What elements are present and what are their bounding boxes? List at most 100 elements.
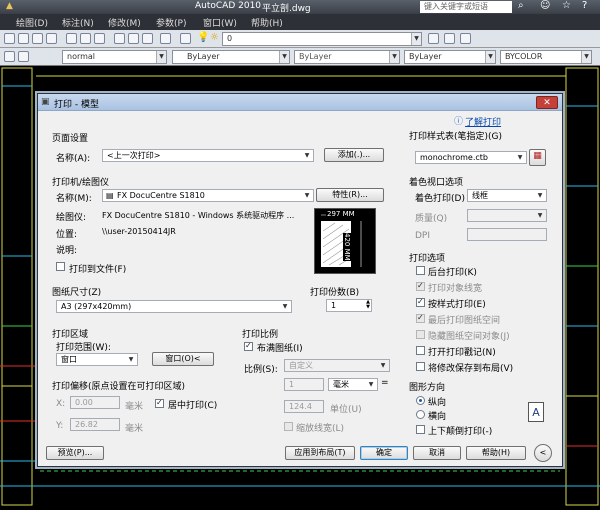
linetype-dropdown[interactable]: ByLayer ▼ (294, 50, 400, 64)
lineweight-dropdown[interactable]: ByLayer ▼ (404, 50, 496, 64)
page-setup-heading: 页面设置 (52, 134, 89, 144)
help-button[interactable]: 帮助(H) (466, 446, 526, 460)
help-tool-icon[interactable] (160, 33, 171, 44)
zoom-icon[interactable] (32, 33, 43, 44)
plot-option-checkbox[interactable] (416, 362, 425, 371)
collapse-button[interactable]: < (534, 444, 552, 462)
page-setup-name-select[interactable]: <上一次打印> ▼ (102, 149, 314, 162)
landscape-radio[interactable] (416, 410, 425, 419)
edit-table-icon: ▦ (533, 151, 542, 161)
plot-range-select[interactable]: 窗口 ▼ (56, 353, 138, 366)
menu-help[interactable]: 帮助(H) (251, 16, 283, 29)
upside-down-checkbox[interactable] (416, 425, 425, 434)
layer-value: 0 (227, 34, 233, 43)
scale-drawing-units-input[interactable]: 124.4 (284, 400, 324, 413)
help-icon[interactable]: ? (582, 0, 587, 11)
chevron-down-icon: ▼ (279, 51, 289, 63)
markup-icon[interactable] (128, 33, 139, 44)
shade-plot-select[interactable]: 线框 ▼ (467, 189, 547, 202)
printer-name-select[interactable]: ▤ FX DocuCentre S1810 ▼ (102, 189, 314, 202)
edit-plot-style-button[interactable]: ▦ (529, 149, 546, 166)
plot-option-checkbox[interactable] (416, 330, 425, 339)
copies-input[interactable]: 1 ▲ ▼ (326, 299, 372, 312)
layer-iso-icon[interactable] (460, 33, 471, 44)
star-icon[interactable]: ☆ (562, 0, 571, 11)
window-pick-button[interactable]: 窗口(O)< (152, 352, 214, 366)
calculator-icon[interactable] (142, 33, 153, 44)
app-logo-icon[interactable]: ▲ (6, 1, 13, 11)
spinner-icon[interactable]: ▲ ▼ (366, 300, 370, 310)
layer-state-icon[interactable] (444, 33, 455, 44)
shade-plot-label: 着色打印(D) (415, 194, 465, 204)
plot-option-label: 打印对象线宽 (428, 284, 483, 294)
app-title: AutoCAD 2010 (195, 1, 262, 11)
dialog-title-bar[interactable]: ▣ 打印 - 模型 ✕ (38, 94, 562, 111)
properties-icon[interactable] (66, 33, 77, 44)
plot-option-checkbox[interactable] (416, 313, 425, 323)
open-icon[interactable] (18, 33, 29, 44)
paper-size-heading: 图纸尺寸(Z) (52, 288, 102, 298)
sun-icon[interactable]: ☼ (210, 32, 219, 43)
help-search-input[interactable]: 键入关键字或短语 (420, 1, 512, 13)
plot-offset-heading: 打印偏移(原点设置在可打印区域) (52, 382, 186, 392)
add-page-setup-button[interactable]: 添加(.)... (324, 148, 384, 162)
layer-dropdown[interactable]: 0 ▼ (222, 32, 422, 46)
plot-option-label: 隐藏图纸空间对象(J) (428, 332, 510, 342)
scale-lineweights-checkbox[interactable] (284, 422, 293, 431)
portrait-radio[interactable] (416, 396, 425, 405)
dim-style-dropdown[interactable]: normal ▼ (62, 50, 167, 64)
print-to-file-checkbox[interactable] (56, 262, 65, 271)
paper-size-value: A3 (297x420mm) (61, 302, 132, 311)
new-icon[interactable] (4, 33, 15, 44)
ok-button[interactable]: 确定 (360, 446, 408, 460)
scale-unit-select[interactable]: 毫米 ▼ (328, 378, 378, 391)
printer-properties-button[interactable]: 特性(R)... (316, 188, 384, 202)
design-center-icon[interactable] (80, 33, 91, 44)
scale-value: 自定义 (289, 361, 313, 370)
menu-draw[interactable]: 绘图(D) (16, 16, 48, 29)
offset-x-label: X: (56, 399, 66, 409)
dpi-input[interactable] (467, 228, 547, 241)
close-button[interactable]: ✕ (536, 96, 558, 109)
tool-palette-icon[interactable] (94, 33, 105, 44)
scale-paper-units-input[interactable]: 1 (284, 378, 324, 391)
zoom-window-icon[interactable] (46, 33, 57, 44)
center-plot-checkbox[interactable] (155, 398, 164, 408)
layer-previous-icon[interactable] (428, 33, 439, 44)
menu-modify[interactable]: 修改(M) (108, 16, 141, 29)
sheet-set-icon[interactable] (114, 33, 125, 44)
plotter-label: 绘图仪: (56, 213, 87, 223)
upside-down-label: 上下颠倒打印(-) (428, 427, 493, 437)
scale-select[interactable]: 自定义 ▼ (284, 359, 390, 372)
menu-window[interactable]: 窗口(W) (203, 16, 237, 29)
paper-size-select[interactable]: A3 (297x420mm) ▼ (56, 300, 292, 313)
plotstyle-dropdown[interactable]: BYCOLOR ▼ (500, 50, 592, 64)
plot-option-checkbox[interactable] (416, 266, 425, 275)
dim-style-icon[interactable] (18, 51, 29, 62)
layer-manager-icon[interactable] (180, 33, 191, 44)
bulb-icon[interactable]: 💡 (197, 32, 209, 43)
plot-option-label: 按样式打印(E) (428, 300, 486, 310)
chevron-down-icon: ▼ (537, 212, 543, 219)
plot-style-table-select[interactable]: monochrome.ctb ▼ (415, 151, 527, 164)
color-dropdown[interactable]: ByLayer ▼ (172, 50, 290, 64)
plot-option-checkbox[interactable] (416, 297, 425, 307)
offset-x-input[interactable]: 0.00 (70, 396, 120, 409)
printer-name-label: 名称(M): (56, 194, 92, 204)
learn-plotting-link[interactable]: 了解打印 (465, 115, 501, 128)
user-icon[interactable]: ☺ (540, 0, 550, 11)
preview-button[interactable]: 预览(P)... (46, 446, 104, 460)
apply-to-layout-button[interactable]: 应用到布局(T) (285, 446, 355, 460)
dpi-label: DPI (415, 231, 431, 241)
orientation-icon-letter: A (532, 406, 540, 419)
text-style-icon[interactable] (4, 51, 15, 62)
fit-to-paper-checkbox[interactable] (244, 341, 253, 351)
plot-option-checkbox[interactable] (416, 281, 425, 291)
plot-option-checkbox[interactable] (416, 346, 425, 355)
menu-parametric[interactable]: 参数(P) (156, 16, 186, 29)
quality-select[interactable]: ▼ (467, 209, 547, 222)
search-icon[interactable]: ⌕ (518, 0, 524, 11)
offset-y-input[interactable]: 26.82 (70, 418, 120, 431)
cancel-button[interactable]: 取消 (413, 446, 461, 460)
menu-dimension[interactable]: 标注(N) (62, 16, 94, 29)
